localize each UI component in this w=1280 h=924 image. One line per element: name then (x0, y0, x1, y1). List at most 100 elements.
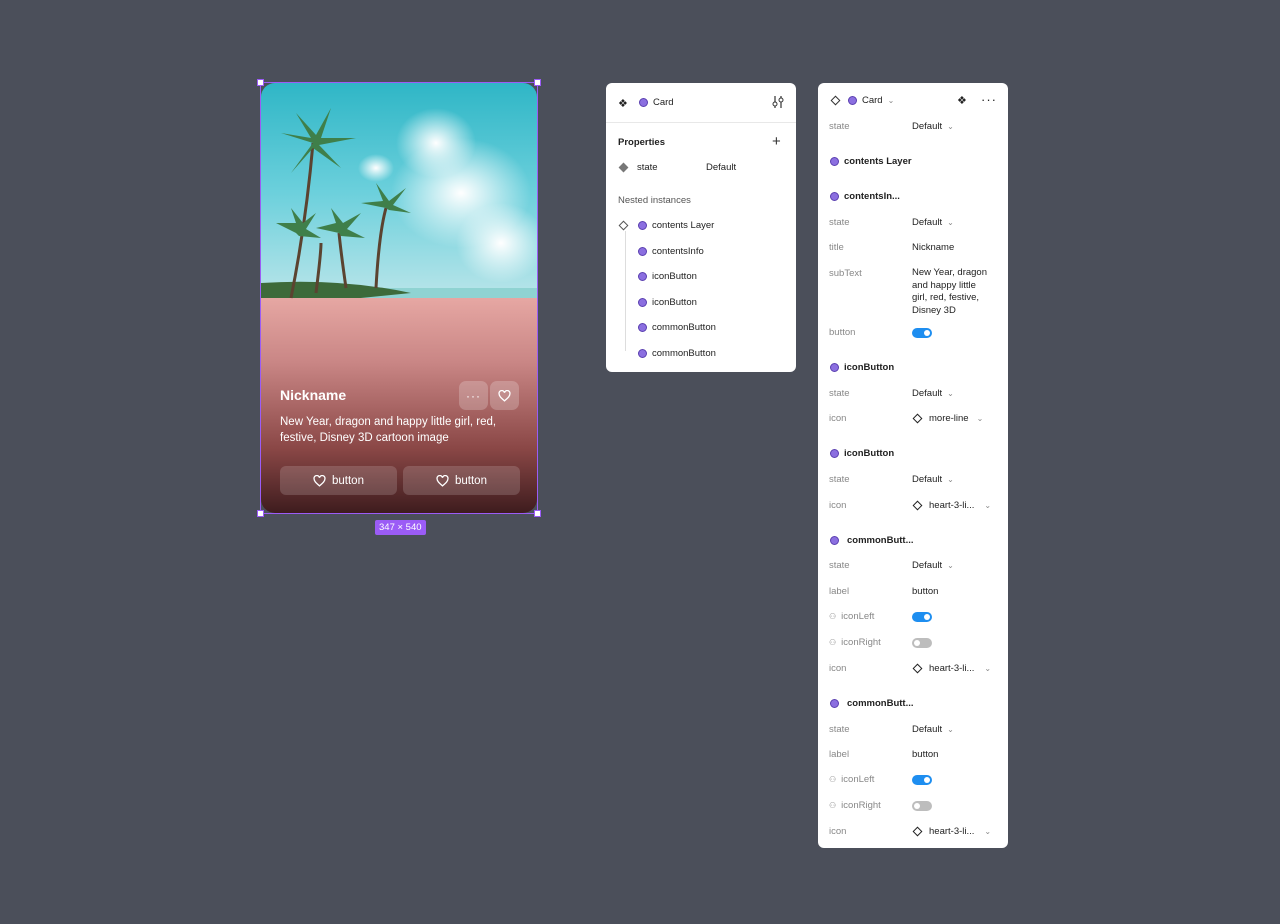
chevron-down-icon: ⌄ (947, 725, 954, 734)
component-diamond-icon (912, 500, 923, 511)
state-dropdown[interactable]: Default ⌄ (912, 724, 954, 735)
button-label: button (332, 474, 364, 487)
properties-panel: ❖ Card Properties + state Default Nested… (606, 83, 796, 372)
icon-swap-dropdown[interactable]: more-line ⌄ (912, 413, 983, 424)
icon-left-row: ⚇ iconLeft (829, 611, 874, 622)
icon-label: icon (829, 826, 847, 837)
icon-right-toggle[interactable] (912, 638, 932, 648)
section-common-button-2[interactable]: commonButt... (830, 698, 914, 709)
nested-item-contents-layer[interactable]: contents Layer (638, 220, 714, 231)
label-label: label (829, 586, 850, 597)
icon-swap-dropdown[interactable]: heart-3-li... ⌄ (912, 500, 991, 511)
state-dropdown[interactable]: Default ⌄ (912, 474, 954, 485)
icon-right-toggle[interactable] (912, 801, 932, 811)
icon-label: icon (829, 413, 847, 424)
label-field[interactable]: button (912, 586, 938, 597)
subtext-field[interactable]: New Year, dragon and happy little girl, … (912, 267, 992, 318)
adjust-icon[interactable] (772, 95, 784, 114)
component-icon[interactable]: ❖ (957, 94, 967, 107)
heart-icon (436, 474, 449, 487)
chevron-down-icon: ⌄ (947, 218, 954, 227)
nested-item-label: contentsInfo (652, 246, 704, 257)
section-icon-button-1[interactable]: iconButton (830, 362, 894, 373)
button-toggle[interactable] (912, 328, 932, 338)
card-selection-frame[interactable]: Nickname ··· New Year, dragon and happy … (257, 79, 541, 517)
section-icon-button-2[interactable]: iconButton (830, 448, 894, 459)
section-common-button-1[interactable]: commonButt... (830, 535, 914, 546)
state-value: Default (912, 724, 943, 735)
state-dropdown[interactable]: Default ⌄ (912, 217, 954, 228)
label-field[interactable]: button (912, 749, 938, 760)
button-label: button (455, 474, 487, 487)
common-button-left[interactable]: button (280, 466, 397, 495)
add-property-icon[interactable]: + (772, 133, 781, 150)
nested-item-icon-button-2[interactable]: iconButton (638, 297, 697, 308)
state-label: state (829, 724, 850, 735)
icon-label: icon (829, 500, 847, 511)
instance-dot-icon (830, 192, 839, 201)
boolean-link-icon: ⚇ (829, 775, 837, 784)
button-label: button (829, 327, 856, 338)
chevron-down-icon: ⌄ (947, 561, 954, 570)
state-dropdown[interactable]: Default ⌄ (912, 388, 954, 399)
icon-left-toggle[interactable] (912, 775, 932, 785)
state-dropdown[interactable]: Default ⌄ (912, 121, 954, 132)
favorite-button[interactable] (490, 381, 519, 410)
section-contents-layer[interactable]: contents Layer (830, 156, 912, 167)
more-icon: ··· (466, 388, 481, 403)
chevron-down-icon: ⌄ (947, 122, 954, 131)
title-label: title (829, 242, 844, 253)
state-value: Default (912, 560, 943, 571)
card-subtext: New Year, dragon and happy little girl, … (280, 416, 497, 444)
nested-item-label: iconButton (652, 271, 697, 282)
nested-item-contents-info[interactable]: contentsInfo (638, 246, 704, 257)
chevron-down-icon: ⌄ (887, 96, 895, 105)
more-button[interactable]: ··· (459, 381, 488, 410)
icon-swap-dropdown[interactable]: heart-3-li... ⌄ (912, 663, 992, 674)
nested-instances-heading: Nested instances (618, 195, 691, 206)
nested-item-label: commonButton (652, 322, 716, 333)
card-component[interactable]: Nickname ··· New Year, dragon and happy … (261, 83, 537, 513)
instance-dot-icon (830, 157, 839, 166)
instance-dot-icon (639, 98, 648, 107)
panel-title: Card (653, 97, 674, 108)
icon-left-toggle[interactable] (912, 612, 932, 622)
section-contents-info[interactable]: contentsIn... (830, 191, 900, 202)
chevron-down-icon: ⌄ (984, 664, 992, 673)
nested-item-icon-button-1[interactable]: iconButton (638, 271, 697, 282)
section-title: contents Layer (844, 156, 912, 167)
properties-heading: Properties (618, 137, 665, 148)
instance-dot-icon (848, 96, 857, 105)
more-options-icon[interactable]: ··· (981, 92, 997, 107)
component-diamond-icon (912, 826, 923, 837)
icon-left-row: ⚇ iconLeft (829, 774, 874, 785)
instance-dot-icon (638, 323, 647, 332)
icon-value: more-line (929, 413, 969, 424)
state-value: Default (912, 474, 943, 485)
icon-value: heart-3-li... (929, 826, 975, 837)
boolean-link-icon: ⚇ (829, 801, 837, 810)
nested-item-label: contents Layer (652, 220, 715, 231)
nested-item-common-button-2[interactable]: commonButton (638, 348, 716, 359)
state-dropdown[interactable]: Default ⌄ (912, 560, 954, 571)
title-field[interactable]: Nickname (912, 242, 954, 253)
nested-item-common-button-1[interactable]: commonButton (638, 322, 716, 333)
state-label: state (829, 217, 850, 228)
section-title: commonButt... (847, 698, 914, 709)
icon-right-row: ⚇ iconRight (829, 637, 881, 648)
nested-item-label: iconButton (652, 297, 697, 308)
instance-dot-icon (638, 221, 647, 230)
heart-icon (498, 389, 511, 402)
instance-title-dropdown[interactable]: Card ⌄ (848, 95, 894, 106)
component-diamond-icon (912, 413, 923, 424)
beach-background-image (261, 83, 537, 513)
instance-diamond-icon (830, 95, 841, 106)
state-value[interactable]: Default (706, 162, 736, 173)
icon-left-label: iconLeft (841, 774, 875, 785)
instance-dot-icon (830, 699, 839, 708)
state-value: Default (912, 217, 943, 228)
state-label: state (829, 121, 850, 132)
icon-swap-dropdown[interactable]: heart-3-li... ⌄ (912, 826, 991, 837)
nested-item-label: commonButton (652, 348, 716, 359)
common-button-right[interactable]: button (403, 466, 520, 495)
